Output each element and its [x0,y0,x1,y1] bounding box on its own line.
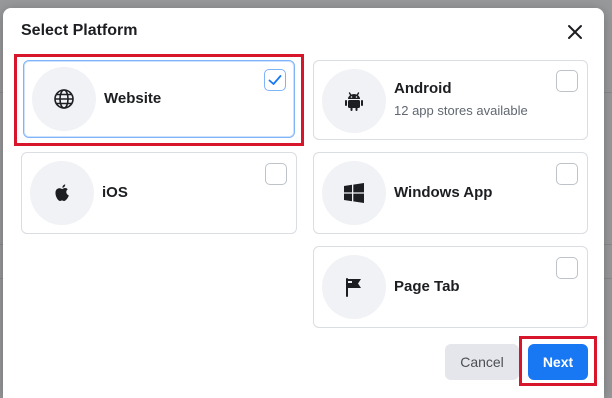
platform-checkbox-android[interactable] [556,70,578,92]
windows-icon [344,183,364,203]
platform-checkbox-website[interactable] [264,69,286,91]
platform-card-page-tab[interactable]: Page Tab [313,246,588,328]
platform-card-ios[interactable]: iOS [21,152,297,234]
platform-icon-circle [30,161,94,225]
platform-name: Android [394,80,452,97]
platform-name: Page Tab [394,278,460,295]
flag-icon [346,278,361,297]
platform-card-website[interactable]: Website [23,60,295,138]
dialog-title: Select Platform [21,22,138,39]
platform-card-windows-app[interactable]: Windows App [313,152,588,234]
platform-checkbox-ios[interactable] [265,163,287,185]
close-button[interactable] [563,20,587,44]
platform-subtitle: 12 app stores available [394,103,528,118]
cancel-button[interactable]: Cancel [445,344,519,380]
globe-icon [54,89,74,109]
platform-icon-circle [322,161,386,225]
close-icon [568,25,582,39]
android-icon [345,92,363,111]
platform-icon-circle [322,255,386,319]
platform-card-android[interactable]: Android 12 app stores available [313,60,588,140]
platform-icon-circle [32,67,96,131]
platform-name: Website [104,90,162,107]
checkmark-icon [268,75,282,85]
platform-icon-circle [322,69,386,133]
apple-icon [55,184,69,201]
platform-name: Windows App [394,184,493,201]
next-button[interactable]: Next [528,344,588,380]
platform-checkbox-windows-app[interactable] [556,163,578,185]
select-platform-dialog: Select Platform Website Android 12 app s… [3,8,604,398]
platform-name: iOS [102,184,128,201]
platform-checkbox-page-tab[interactable] [556,257,578,279]
